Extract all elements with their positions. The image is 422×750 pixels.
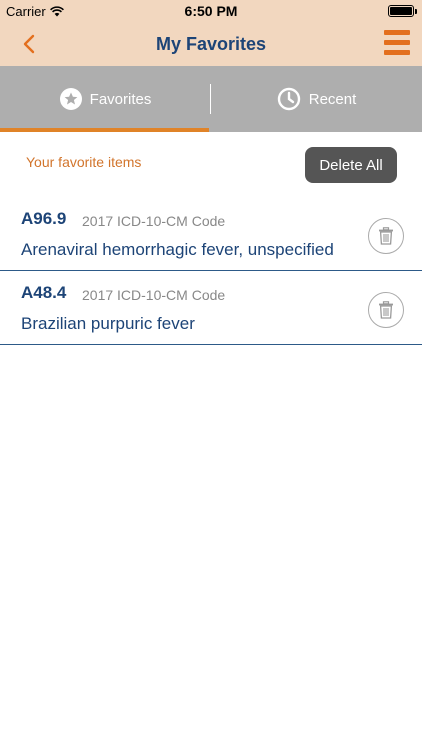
status-time: 6:50 PM — [184, 3, 238, 19]
delete-item-button[interactable] — [368, 292, 404, 328]
tab-bar: Favorites Recent — [0, 66, 422, 132]
battery-icon — [388, 5, 417, 17]
delete-all-button[interactable]: Delete All — [305, 147, 397, 183]
list-item[interactable]: A48.4 2017 ICD-10-CM Code Brazilian purp… — [0, 271, 422, 345]
status-bar: Carrier 6:50 PM — [0, 0, 422, 22]
item-type: 2017 ICD-10-CM Code — [82, 287, 226, 303]
trash-icon — [379, 227, 393, 245]
tab-favorites-label: Favorites — [89, 90, 152, 108]
navigation-bar: My Favorites — [0, 22, 422, 66]
tab-favorites[interactable]: Favorites — [0, 66, 211, 132]
favorites-screen: Carrier 6:50 PM My Favorites Favorites R… — [0, 0, 422, 750]
menu-button[interactable] — [382, 28, 412, 58]
item-description: Brazilian purpuric fever — [21, 314, 195, 333]
star-icon — [59, 88, 82, 110]
section-label: Your favorite items — [26, 154, 142, 170]
tab-recent-label: Recent — [308, 90, 357, 108]
page-title: My Favorites — [155, 34, 267, 54]
clock-icon — [277, 87, 300, 111]
favorites-list: A96.9 2017 ICD-10-CM Code Arenaviral hem… — [0, 197, 422, 345]
list-item[interactable]: A96.9 2017 ICD-10-CM Code Arenaviral hem… — [0, 197, 422, 271]
delete-item-button[interactable] — [368, 218, 404, 254]
item-code: A96.9 — [21, 209, 67, 228]
item-description: Arenaviral hemorrhagic fever, unspecifie… — [21, 240, 334, 259]
active-tab-indicator — [0, 128, 209, 132]
tab-recent[interactable]: Recent — [211, 66, 422, 132]
item-type: 2017 ICD-10-CM Code — [82, 213, 226, 229]
item-code: A48.4 — [21, 283, 67, 302]
trash-icon — [379, 301, 393, 319]
